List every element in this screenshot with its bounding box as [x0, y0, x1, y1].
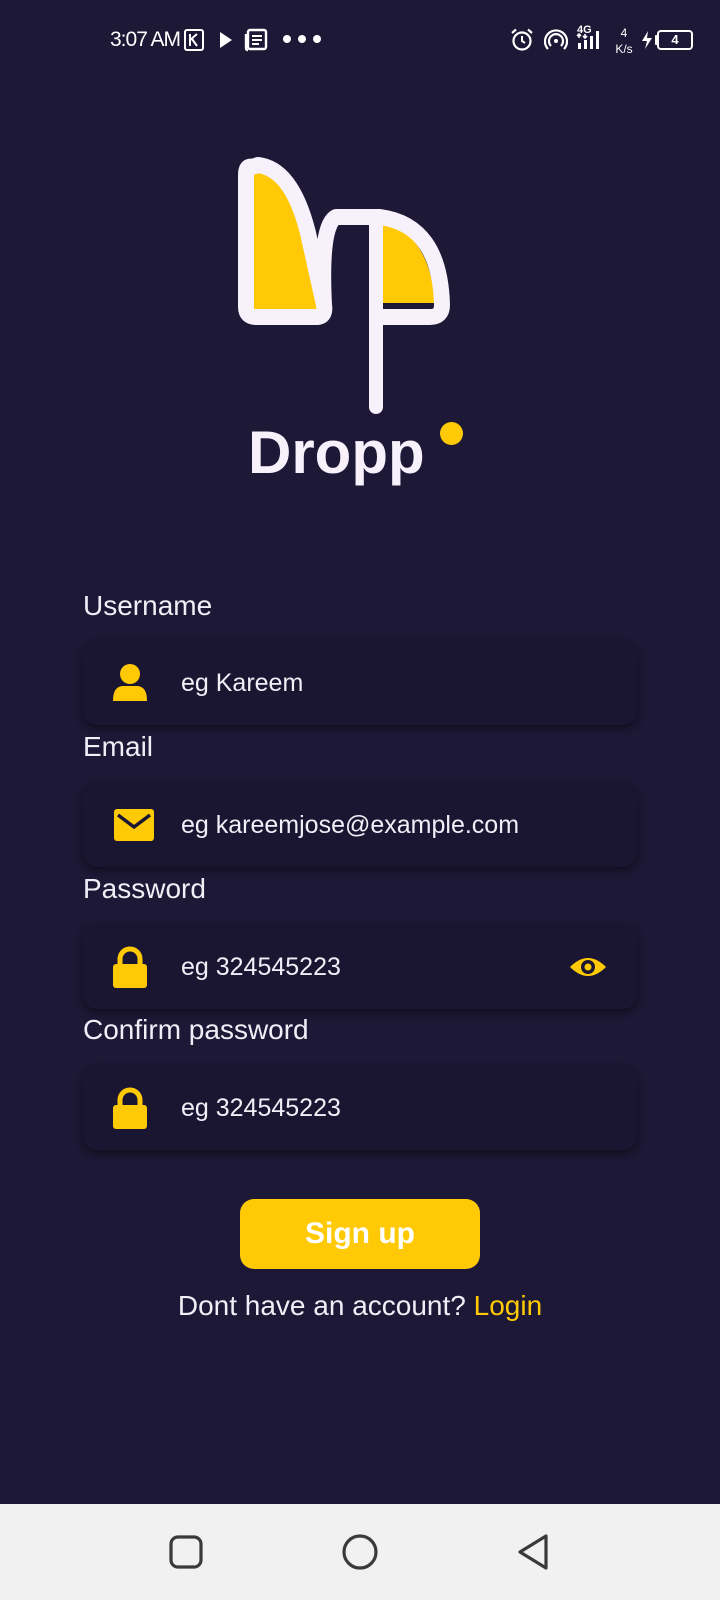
dropp-logo	[238, 157, 450, 414]
home-icon[interactable]	[340, 1532, 380, 1572]
confirm-password-field	[83, 1066, 637, 1150]
battery-level: 4	[671, 32, 679, 47]
hotspot-icon	[544, 29, 568, 50]
network-speed-value: 4	[620, 26, 628, 40]
confirm-password-label: Confirm password	[83, 1014, 309, 1045]
account-prompt: Dont have an account?	[177, 1290, 466, 1321]
email-label: Email	[83, 731, 154, 762]
password-field	[83, 925, 637, 1009]
username-label: Username	[83, 590, 213, 621]
lock-icon	[113, 946, 147, 988]
app-notification-icon	[184, 29, 204, 51]
status-time: 3:07 AM	[110, 28, 181, 51]
mail-icon	[114, 809, 154, 841]
play-icon	[220, 32, 232, 48]
username-input[interactable]	[181, 663, 561, 703]
password-label: Password	[83, 873, 206, 904]
navigation-bar	[0, 1504, 720, 1600]
brand-dot	[440, 422, 463, 445]
back-icon[interactable]	[514, 1532, 554, 1572]
recent-apps-icon[interactable]	[166, 1532, 206, 1572]
more-notifications-icon	[283, 35, 321, 43]
news-icon	[244, 28, 268, 52]
username-field	[83, 641, 637, 725]
signup-button[interactable]: Sign up	[240, 1199, 480, 1269]
network-speed-unit: K/s	[615, 42, 633, 56]
email-field	[83, 783, 637, 867]
email-input[interactable]	[181, 805, 561, 845]
lock-icon	[113, 1087, 147, 1129]
status-bar: 3:07 AM 4G 4 K/s 4	[0, 0, 720, 80]
battery-icon: 4	[657, 30, 693, 50]
user-icon	[113, 664, 147, 701]
brand-name: Dropp	[248, 419, 425, 486]
eye-icon[interactable]	[568, 947, 608, 987]
alarm-icon	[511, 28, 533, 51]
charging-icon	[642, 31, 652, 49]
password-input[interactable]	[181, 947, 561, 987]
signal-icon	[576, 31, 599, 49]
login-link[interactable]: Login	[474, 1290, 543, 1321]
account-prompt-line: Dont have an account? Login	[0, 1290, 720, 1322]
confirm-password-input[interactable]	[181, 1088, 561, 1128]
battery-tip	[655, 35, 658, 45]
